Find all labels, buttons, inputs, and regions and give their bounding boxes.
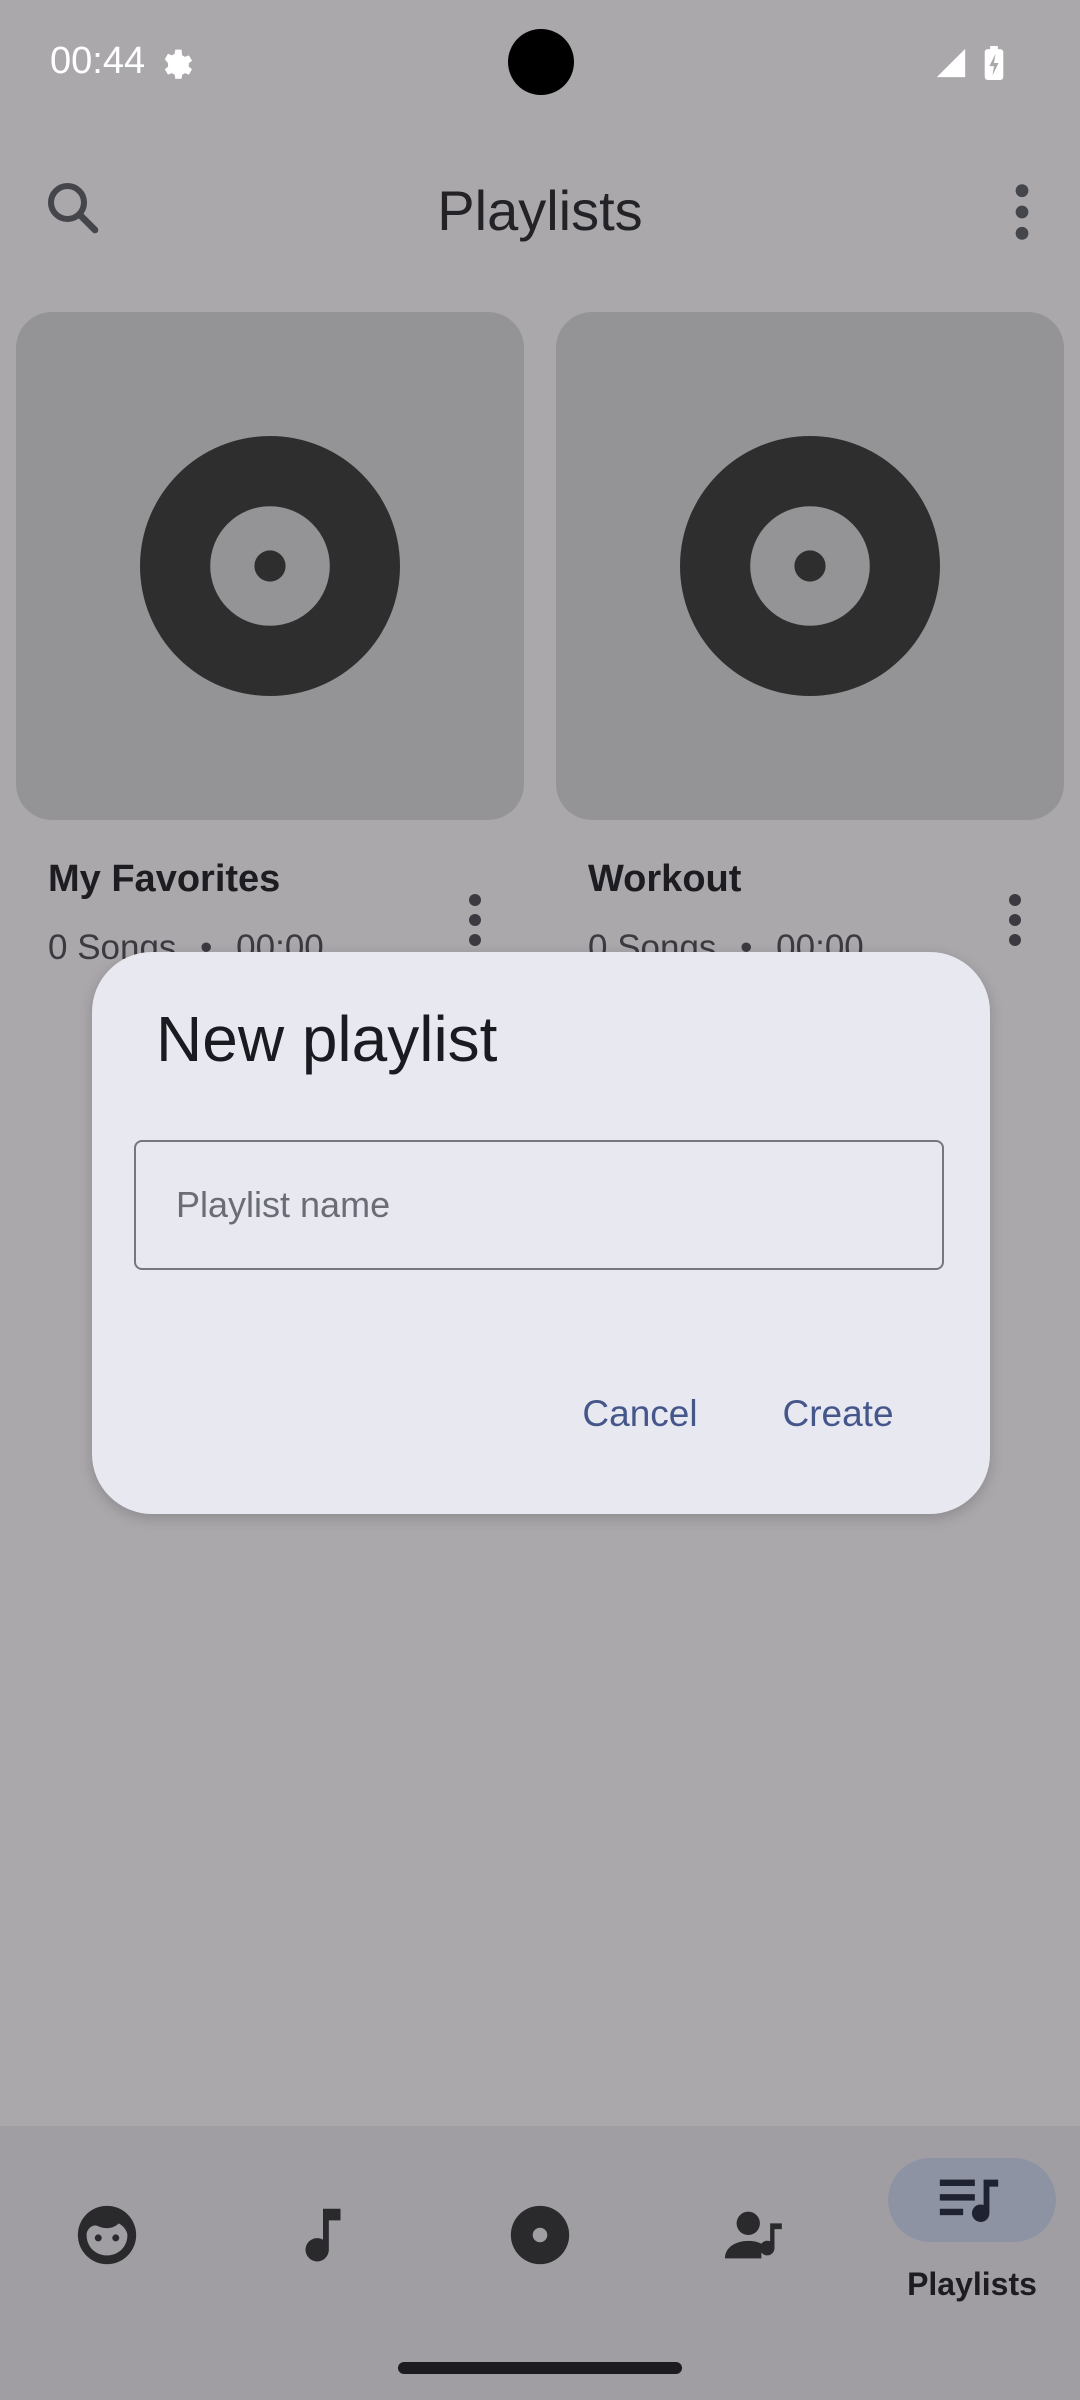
playlist-name-input[interactable] xyxy=(136,1142,942,1268)
artist-icon[interactable] xyxy=(722,2200,792,2270)
playlist-artwork xyxy=(16,312,524,820)
album-icon[interactable] xyxy=(505,2200,575,2270)
page-title: Playlists xyxy=(437,179,643,242)
playlist-more-icon[interactable] xyxy=(460,890,490,950)
camera-cutout xyxy=(508,29,574,95)
nav-item-playlists[interactable] xyxy=(888,2158,1056,2242)
create-button[interactable]: Create xyxy=(750,1350,926,1478)
face-icon[interactable] xyxy=(72,2200,142,2270)
status-time: 00:44 xyxy=(50,40,146,82)
gesture-handle xyxy=(398,2362,682,2374)
music-note-icon[interactable] xyxy=(288,2200,358,2270)
playlist-icon xyxy=(939,2179,999,2222)
nav-label-playlists: Playlists xyxy=(907,2266,1037,2302)
settings-gear-icon xyxy=(164,49,193,79)
playlist-name-field[interactable] xyxy=(134,1140,944,1270)
playlist-more-icon[interactable] xyxy=(1000,890,1030,950)
more-options-icon[interactable] xyxy=(1000,180,1044,244)
playlist-card[interactable]: Workout xyxy=(556,312,1064,972)
cancel-button[interactable]: Cancel xyxy=(550,1350,730,1478)
status-bar: 00:44 xyxy=(0,0,1080,130)
album-icon xyxy=(680,436,940,696)
playlist-card[interactable]: My Favorites xyxy=(16,312,524,972)
playlist-title: Workout xyxy=(588,858,742,900)
playlist-title: My Favorites xyxy=(48,858,281,900)
album-icon xyxy=(140,436,400,696)
signal-icon xyxy=(936,48,966,78)
playlist-artwork xyxy=(556,312,1064,820)
dialog-title: New playlist xyxy=(156,1003,498,1075)
battery-charging-icon xyxy=(984,46,1004,80)
